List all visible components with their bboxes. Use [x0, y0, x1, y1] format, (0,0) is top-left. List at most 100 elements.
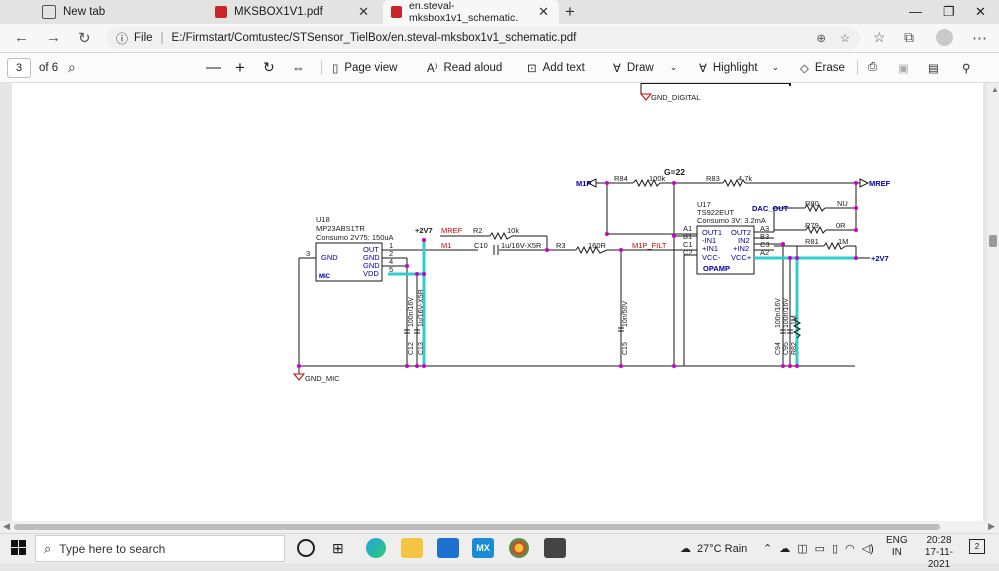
new-tab-icon[interactable]: + [565, 2, 575, 22]
url-field[interactable]: ⓘ File | E:/Firmstart/Comtustec/STSensor… [106, 27, 860, 49]
favorites-icon[interactable]: ☆ [873, 29, 886, 46]
r84-value: 100k [649, 174, 666, 183]
chevron-up-icon[interactable]: ⌃ [763, 542, 772, 555]
tab-new-tab[interactable]: New tab [34, 0, 204, 24]
network-icon[interactable]: ▭ [815, 542, 825, 555]
zoom-in-icon[interactable]: + [235, 53, 245, 82]
chevron-down-icon[interactable]: ⌄ [772, 62, 780, 73]
more-icon[interactable]: ⋯ [972, 29, 987, 47]
save-as-icon[interactable]: ▤ [928, 53, 939, 82]
u18-ref: U18 [316, 215, 330, 224]
u18-mic-label: MIC [319, 274, 331, 280]
back-icon[interactable]: ← [14, 29, 29, 46]
notification-icon[interactable]: 2 [969, 539, 985, 554]
mail-icon[interactable] [437, 538, 459, 558]
zoom-icon[interactable]: ⊕ [816, 31, 826, 45]
chrome-icon[interactable] [509, 538, 529, 558]
page-view-button[interactable]: ▯ Page view [332, 53, 397, 82]
clock-date: 17-11-2021 [924, 547, 954, 570]
divider [857, 60, 858, 75]
tab-mksbox[interactable]: MKSBOX1V1.pdf ✕ [207, 0, 379, 24]
close-icon[interactable]: ✕ [358, 4, 369, 20]
save-icon[interactable]: ▣ [898, 53, 909, 82]
address-bar: ← → ↻ ⓘ File | E:/Firmstart/Comtustec/ST… [0, 24, 999, 53]
avatar[interactable] [936, 29, 953, 46]
draw-label: Draw [626, 61, 654, 74]
eraser-icon: ◇ [800, 62, 809, 75]
taskbar-search[interactable]: ⌕ Type here to search [35, 535, 285, 562]
task-view-icon[interactable]: ⊞ [332, 540, 344, 557]
scheme-label: File [134, 32, 153, 44]
c10-label: C10 [474, 241, 488, 250]
c95-label: C95 [783, 342, 790, 355]
rotate-icon[interactable]: ↻ [263, 53, 275, 82]
c13-label: C13 [418, 342, 425, 355]
c10-value: 1u/16V-X5R [501, 241, 542, 250]
zoom-out-icon[interactable]: — [206, 53, 221, 82]
scroll-up-icon[interactable]: ▲ [991, 85, 999, 94]
u18-pin-vdd: VDD [363, 269, 379, 278]
clock[interactable]: 20:28 17-11-2021 [914, 535, 964, 571]
r81-value: 1M [838, 237, 848, 246]
erase-button[interactable]: ◇ Erase [800, 53, 845, 82]
gain-label: G=22 [664, 167, 685, 177]
add-text-label: Add text [542, 61, 585, 74]
file-explorer-icon[interactable] [401, 538, 423, 558]
scroll-left-icon[interactable]: ◀ [3, 521, 10, 532]
highlight-icon: ∀ [699, 62, 707, 75]
pdf-viewer[interactable]: GND_DIGITAL GND_MIC G=22 M1P R84 100k R8… [0, 82, 999, 521]
security-icon[interactable]: ◫ [797, 542, 807, 555]
tab-schematic[interactable]: en.steval-mksbox1v1_schematic. ✕ [383, 0, 559, 24]
refresh-icon[interactable]: ↻ [78, 29, 91, 47]
system-tray: ⌃ ☁ ◫ ▭ ▯ ◠ ◁) [763, 534, 874, 563]
volume-icon[interactable]: ◁) [862, 542, 874, 555]
fit-page-icon[interactable]: ⇔ [292, 53, 305, 82]
mx-app-icon[interactable]: MX [472, 538, 494, 558]
battery-icon[interactable]: ▯ [832, 542, 838, 555]
search-icon: ⌕ [44, 540, 52, 556]
pin-icon[interactable]: ⚲ [962, 53, 970, 82]
r82-label: R82 [791, 342, 798, 355]
print-icon[interactable]: ⎙ [868, 53, 877, 82]
language-indicator[interactable]: ENG IN [886, 535, 908, 559]
scroll-thumb[interactable] [989, 235, 997, 247]
windows-start-icon[interactable] [11, 540, 26, 555]
h-scroll-thumb[interactable] [14, 524, 940, 530]
onedrive-icon[interactable]: ☁ [779, 542, 790, 555]
r82-value: 1M [791, 315, 798, 325]
net-mref-label: MREF [441, 226, 463, 235]
weather-widget[interactable]: ☁ 27°C Rain [680, 534, 747, 563]
vertical-scrollbar[interactable]: ▲ [987, 83, 999, 521]
minimize-icon[interactable]: — [909, 4, 922, 19]
collections-icon[interactable]: ⧉ [904, 29, 914, 46]
u17-pin-vcc-neg: VCC- [702, 253, 721, 262]
u18-part: MP23ABS1TR [316, 224, 365, 233]
chevron-down-icon[interactable]: ⌄ [670, 62, 678, 73]
net-m1p-label: M1P [576, 179, 591, 188]
forward-icon[interactable]: → [46, 29, 61, 46]
horizontal-scrollbar[interactable]: ◀ ▶ [0, 521, 999, 533]
u17-opamp-label: OPAMP [703, 264, 730, 273]
add-text-button[interactable]: ⊡ Add text [527, 53, 585, 82]
net-m1p-filt-label: M1P_FILT [632, 241, 667, 250]
maximize-icon[interactable]: ❐ [943, 4, 955, 20]
r83-value: 4.7k [738, 174, 752, 183]
scroll-right-icon[interactable]: ▶ [988, 521, 995, 532]
net-dac-out-label: DAC_OUT [752, 204, 789, 213]
edge-icon[interactable] [366, 538, 386, 558]
search-icon[interactable]: ⌕ [68, 53, 76, 82]
close-window-icon[interactable]: ✕ [975, 4, 986, 20]
cortana-icon[interactable] [297, 539, 315, 557]
draw-button[interactable]: ∀ Draw ⌄ [613, 53, 677, 82]
separator: | [160, 32, 164, 44]
close-icon[interactable]: ✕ [538, 4, 549, 20]
favorite-icon[interactable]: ☆ [840, 31, 850, 45]
u18-consumo: Consumo 2V75: 150uA [316, 233, 394, 242]
calculator-icon[interactable] [544, 538, 566, 558]
c94-value: 100n/16V [775, 298, 782, 328]
read-aloud-button[interactable]: A⁾ Read aloud [427, 53, 502, 82]
page-number-input[interactable]: 3 [7, 58, 31, 78]
wifi-icon[interactable]: ◠ [845, 542, 855, 555]
read-aloud-icon: A⁾ [427, 62, 438, 75]
highlight-button[interactable]: ∀ Highlight ⌄ [699, 53, 779, 82]
